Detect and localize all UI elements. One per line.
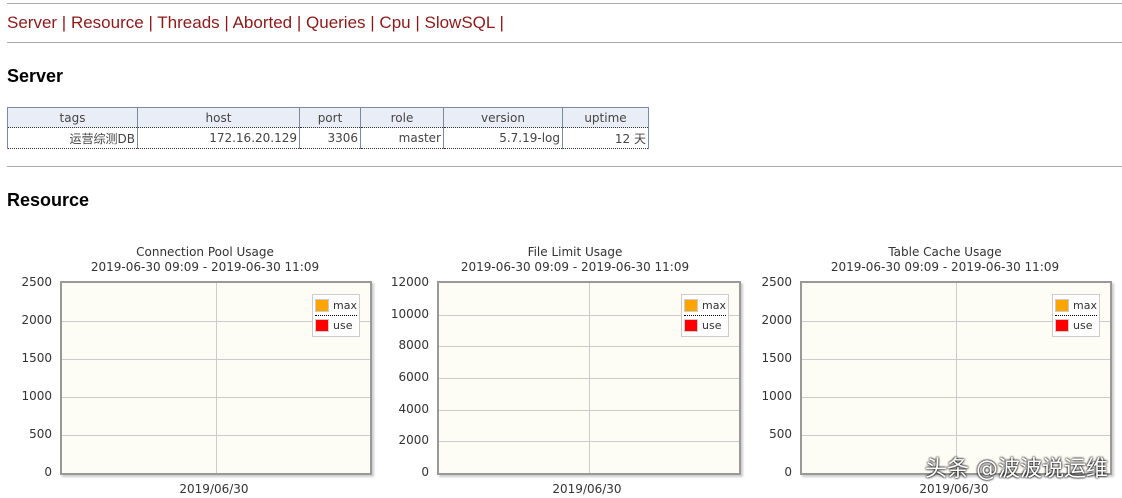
legend-label: use xyxy=(702,319,722,332)
gridline-vertical xyxy=(216,283,217,473)
legend-item-use: use xyxy=(1055,316,1097,335)
top-nav: Server | Resource | Threads | Aborted | … xyxy=(7,13,504,32)
chart-file-limit-usage: File Limit Usage 2019-06-30 09:09 - 2019-… xyxy=(385,240,765,498)
y-tick-label: 2000 xyxy=(398,433,429,448)
cell-role: master xyxy=(360,127,444,149)
y-tick-label: 1500 xyxy=(761,351,792,365)
y-tick-label: 8000 xyxy=(398,338,429,353)
y-tick-label: 10000 xyxy=(390,306,429,321)
plot-area: max use xyxy=(800,281,1112,475)
nav-link-cpu[interactable]: Cpu xyxy=(379,13,410,32)
legend-label: use xyxy=(1073,319,1093,332)
legend-swatch-max xyxy=(1055,299,1070,312)
legend-swatch-use xyxy=(684,319,699,332)
y-tick-label: 500 xyxy=(769,427,792,441)
nav-link-slowsql[interactable]: SlowSQL xyxy=(424,13,494,32)
column-header-host: host xyxy=(137,107,300,128)
plot-area: max use xyxy=(437,281,741,475)
nav-link-resource[interactable]: Resource xyxy=(71,13,144,32)
y-tick-label: 6000 xyxy=(398,370,429,384)
y-tick-label: 1000 xyxy=(761,389,792,403)
gridline-vertical xyxy=(589,283,590,473)
nav-link-threads[interactable]: Threads xyxy=(157,13,219,32)
x-tick-label: 2019/06/30 xyxy=(552,482,622,496)
cell-host: 172.16.20.129 xyxy=(137,127,300,149)
cell-version: 5.7.19-log xyxy=(443,127,563,149)
y-tick-label: 1500 xyxy=(21,351,52,365)
y-tick-label: 0 xyxy=(784,465,792,479)
legend: max use xyxy=(681,294,729,337)
legend-swatch-use xyxy=(315,319,330,332)
y-tick-label: 2500 xyxy=(761,275,792,289)
legend-item-max: max xyxy=(684,296,726,316)
plot-area: max use xyxy=(60,281,372,475)
legend-label: max xyxy=(702,299,726,312)
legend-label: max xyxy=(333,299,357,312)
chart-title: Connection Pool Usage xyxy=(136,245,274,259)
cell-uptime: 12 天 xyxy=(562,127,649,149)
gridline-vertical xyxy=(956,283,957,473)
legend: max use xyxy=(312,294,360,337)
legend: max use xyxy=(1052,294,1100,337)
nav-link-server[interactable]: Server xyxy=(7,13,57,32)
chart-subtitle: 2019-06-30 09:09 - 2019-06-30 11:09 xyxy=(460,260,690,274)
cell-tags: 运营综测DB xyxy=(7,127,138,149)
table-row: 运营综测DB 172.16.20.129 3306 master 5.7.19-log 1… xyxy=(7,127,649,149)
column-header-tags: tags xyxy=(7,107,138,128)
legend-item-max: max xyxy=(1055,296,1097,316)
legend-swatch-use xyxy=(1055,319,1070,332)
column-header-port: port xyxy=(299,107,361,128)
y-tick-label: 0 xyxy=(44,465,52,479)
chart-subtitle: 2019-06-30 09:09 - 2019-06-30 11:09 xyxy=(830,260,1060,274)
column-header-uptime: uptime xyxy=(562,107,649,128)
divider xyxy=(7,3,1122,4)
x-tick-label: 2019/06/30 xyxy=(179,482,249,496)
column-header-role: role xyxy=(360,107,444,128)
legend-item-max: max xyxy=(315,296,357,316)
legend-label: max xyxy=(1073,299,1097,312)
y-tick-label: 1000 xyxy=(21,389,52,403)
divider xyxy=(7,166,1122,167)
y-tick-label: 4000 xyxy=(398,401,429,416)
watermark: 头条 @波波说运维 xyxy=(925,457,1108,482)
server-heading: Server xyxy=(7,66,64,86)
nav-link-aborted[interactable]: Aborted xyxy=(233,13,293,32)
cell-port: 3306 xyxy=(299,127,361,149)
server-table: tags host port role version uptime 运营综测DB 172.1… xyxy=(7,107,649,149)
divider xyxy=(7,42,1122,43)
x-tick-label: 2019/06/30 xyxy=(919,482,989,496)
y-tick-label: 12000 xyxy=(390,275,429,289)
legend-item-use: use xyxy=(684,316,726,335)
y-tick-label: 500 xyxy=(29,427,52,441)
legend-swatch-max xyxy=(315,299,330,312)
chart-connection-pool-usage: Connection Pool Usage 2019-06-30 09:09 - … xyxy=(15,240,395,498)
legend-item-use: use xyxy=(315,316,357,335)
y-tick-label: 2000 xyxy=(761,313,792,327)
y-tick-label: 2500 xyxy=(21,275,52,289)
chart-subtitle: 2019-06-30 09:09 - 2019-06-30 11:09 xyxy=(90,260,320,274)
chart-title: Table Cache Usage xyxy=(888,245,1002,259)
legend-label: use xyxy=(333,319,353,332)
legend-swatch-max xyxy=(684,299,699,312)
resource-heading: Resource xyxy=(7,190,90,210)
nav-link-queries[interactable]: Queries xyxy=(306,13,366,32)
chart-title: File Limit Usage xyxy=(527,245,623,259)
y-tick-label: 0 xyxy=(421,465,429,479)
y-tick-label: 2000 xyxy=(21,313,52,327)
column-header-version: version xyxy=(443,107,563,128)
